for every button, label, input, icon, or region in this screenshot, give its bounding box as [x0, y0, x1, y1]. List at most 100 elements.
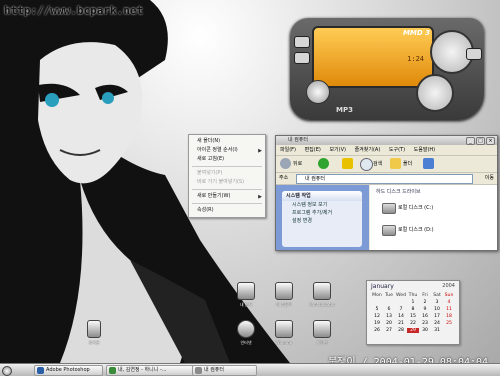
up-folder-icon[interactable] [342, 158, 353, 169]
calendar-day[interactable]: 25 [443, 321, 455, 326]
search-button-label[interactable]: 검색 [373, 159, 382, 169]
menu-tools[interactable]: 도구(T) [389, 147, 405, 153]
calendar-day[interactable]: 20 [383, 321, 395, 326]
menu-item-properties[interactable]: 속성(R) [197, 206, 214, 215]
calendar-day [395, 300, 407, 305]
calendar-day[interactable]: 5 [371, 307, 383, 312]
calendar-day[interactable]: 19 [371, 321, 383, 326]
folders-button-label[interactable]: 폴더 [403, 159, 412, 169]
calendar-day[interactable]: 30 [419, 328, 431, 333]
taskbar-button-my-computer[interactable]: 내 컴퓨터 [192, 365, 257, 376]
calendar-day[interactable]: 24 [431, 321, 443, 326]
calendar-day-name: Wed [395, 293, 406, 298]
media-player[interactable]: MMD 3 1:24 MP3 [290, 18, 484, 120]
address-input[interactable]: 내 컴퓨터 [296, 174, 473, 184]
calendar-day[interactable]: 27 [383, 328, 395, 333]
seek-knob[interactable] [306, 80, 330, 104]
back-arrow-icon[interactable] [280, 158, 291, 169]
desktop-icon-konfabulator[interactable]: Konfabulator [308, 282, 336, 312]
calendar-day[interactable]: 29 [407, 328, 419, 333]
menu-item-refresh[interactable]: 새로 고침(E) [197, 155, 224, 164]
desktop-icon-winamp[interactable]: Winamp [270, 320, 298, 350]
icon-label: 인터넷 [240, 340, 252, 345]
menu-item-paste[interactable]: 붙여넣기(P) [197, 169, 222, 178]
calendar-day[interactable]: 23 [419, 321, 431, 326]
calendar-day[interactable]: 12 [371, 314, 383, 319]
menu-separator [192, 189, 262, 190]
folders-icon[interactable] [390, 158, 401, 169]
menu-edit[interactable]: 편집(E) [305, 147, 321, 153]
file-list-pane: 하드 디스크 드라이브 로컬 디스크 (C:) 로컬 디스크 (D:) [370, 185, 497, 250]
calendar-day[interactable]: 3 [431, 300, 443, 305]
menu-favorites[interactable]: 즐겨찾기(A) [355, 147, 381, 153]
menu-item-paste-shortcut[interactable]: 바로 가기 붙여넣기(S) [197, 178, 244, 187]
submenu-arrow-icon: ▶ [258, 148, 262, 154]
calendar-day[interactable]: 17 [431, 314, 443, 319]
drive-d[interactable]: 로컬 디스크 (D:) [382, 223, 498, 237]
calendar-day[interactable]: 22 [407, 321, 419, 326]
close-button[interactable]: × [486, 137, 495, 145]
play-control-dial[interactable] [416, 74, 454, 112]
desktop-icon-recycle-bin[interactable]: 휴지통 [80, 320, 108, 350]
calendar-widget[interactable]: January 2004 Mon Tue Wed Thu Fri Sat Sun 1 2 3 4 5 6… [366, 280, 460, 345]
recycle-bin-icon [87, 320, 101, 338]
desktop-context-menu[interactable]: 새 폴더(N) 아이콘 정렬 순서(I) ▶ 새로 고침(E) 붙여넣기(P) … [188, 134, 266, 218]
close-player-button[interactable] [466, 48, 482, 60]
menu-file[interactable]: 파일(F) [280, 147, 296, 153]
desktop-icon-control-panel[interactable]: 제어판 [308, 320, 336, 350]
calendar-day[interactable]: 8 [407, 307, 419, 312]
forward-arrow-icon[interactable] [318, 158, 329, 169]
icon-label: Konfabulator [309, 302, 335, 307]
task-change-setting[interactable]: 설정 변경 [282, 217, 362, 225]
calendar-day-name: Thu [408, 293, 418, 298]
calendar-day [371, 300, 383, 305]
search-icon[interactable] [360, 158, 373, 171]
desktop-icon-my-documents[interactable]: 내 문서 [232, 282, 260, 312]
calendar-day[interactable]: 16 [419, 314, 431, 319]
calendar-day[interactable]: 2 [419, 300, 431, 305]
task-view-system-info[interactable]: 시스템 정보 보기 [282, 201, 362, 209]
panel-title[interactable]: 시스템 작업 [282, 191, 362, 201]
back-button-label[interactable]: 뒤로 [293, 159, 302, 169]
go-button[interactable]: 이동 [485, 174, 494, 183]
menu-item-new-folder[interactable]: 새 폴더(N) [197, 137, 220, 146]
my-documents-icon [237, 282, 255, 300]
taskbar-button-photoshop[interactable]: Adobe Photoshop [34, 365, 103, 376]
minimize-button[interactable]: _ [466, 137, 475, 145]
calendar-day[interactable]: 28 [395, 328, 407, 333]
task-add-remove-programs[interactable]: 프로그램 추가/제거 [282, 209, 362, 217]
views-icon[interactable] [423, 158, 434, 169]
drive-c[interactable]: 로컬 디스크 (C:) [382, 201, 498, 215]
calendar-day[interactable]: 4 [443, 300, 455, 305]
window-menubar: 파일(F) 편집(E) 보기(V) 즐겨찾기(A) 도구(T) 도움말(H) [276, 145, 497, 156]
menu-item-new[interactable]: 새로 만들기(W) [197, 192, 230, 201]
my-computer-icon [275, 282, 293, 300]
calendar-day[interactable]: 26 [371, 328, 383, 333]
calendar-day[interactable]: 31 [431, 328, 443, 333]
menu-help[interactable]: 도움말(H) [414, 147, 435, 153]
calendar-day[interactable]: 14 [395, 314, 407, 319]
window-toolbar: 뒤로 검색 폴더 [276, 156, 497, 173]
calendar-grid: Mon Tue Wed Thu Fri Sat Sun 1 2 3 4 5 6 7 8 9 10 11 12 13 14… [371, 293, 455, 333]
menu-item-arrange-icons[interactable]: 아이콘 정렬 순서(I) [197, 146, 238, 155]
calendar-day[interactable]: 11 [443, 307, 455, 312]
maximize-button[interactable]: □ [476, 137, 485, 145]
konfabulator-icon [313, 282, 331, 300]
menu-view[interactable]: 보기(V) [329, 147, 346, 153]
calendar-day[interactable]: 9 [419, 307, 431, 312]
prev-button[interactable] [294, 36, 310, 48]
explorer-window[interactable]: 내 컴퓨터 _ □ × 파일(F) 편집(E) 보기(V) 즐겨찾기(A) 도구… [275, 135, 498, 251]
calendar-day-name: Sun [444, 293, 454, 298]
next-button[interactable] [294, 52, 310, 64]
calendar-day[interactable]: 15 [407, 314, 419, 319]
calendar-day[interactable]: 1 [407, 300, 419, 305]
calendar-day[interactable]: 13 [383, 314, 395, 319]
taskbar-button-messenger[interactable]: 내, 김연정 - 하니니 -... [106, 365, 195, 376]
calendar-day[interactable]: 6 [383, 307, 395, 312]
calendar-day[interactable]: 21 [395, 321, 407, 326]
calendar-day[interactable]: 10 [431, 307, 443, 312]
calendar-day[interactable]: 18 [443, 314, 455, 319]
desktop-icon-internet[interactable]: 인터넷 [232, 320, 260, 350]
desktop-icon-my-computer[interactable]: 내 컴퓨터 [270, 282, 298, 312]
calendar-day[interactable]: 7 [395, 307, 407, 312]
